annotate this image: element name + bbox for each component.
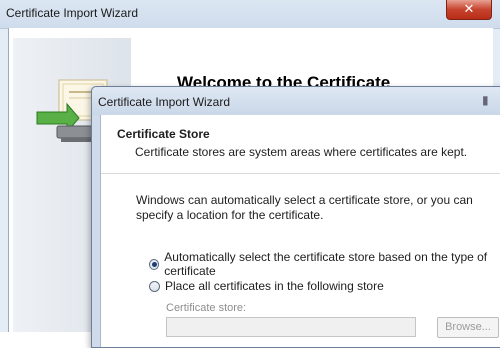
radio-selected-icon[interactable] xyxy=(149,258,160,270)
front-window-title: Certificate Import Wizard xyxy=(98,95,231,109)
certificate-store-field[interactable] xyxy=(166,317,416,337)
front-wizard-window: Certificate Import Wizard ▮ Certificate … xyxy=(91,86,500,348)
radio-unselected-icon[interactable] xyxy=(149,280,160,292)
window-edge-icon: ▮ xyxy=(482,93,489,107)
front-window-client: Certificate Store Certificate stores are… xyxy=(100,115,500,347)
place-all-label: Place all certificates in the following … xyxy=(165,279,384,293)
wizard-header: Certificate Store Certificate stores are… xyxy=(101,115,500,174)
close-button[interactable]: ✕ xyxy=(446,0,492,20)
section-title: Certificate Store xyxy=(117,127,210,141)
intro-text: Windows can automatically select a certi… xyxy=(136,193,473,222)
front-window-titlebar[interactable]: Certificate Import Wizard ▮ xyxy=(92,87,500,115)
section-subtitle: Certificate stores are system areas wher… xyxy=(135,145,468,159)
auto-select-label: Automatically select the certificate sto… xyxy=(164,250,488,278)
auto-select-store-option[interactable]: Automatically select the certificate sto… xyxy=(149,250,500,278)
back-window-titlebar[interactable]: Certificate Import Wizard ✕ xyxy=(0,0,500,29)
back-window-title: Certificate Import Wizard xyxy=(6,6,139,20)
close-icon: ✕ xyxy=(463,1,475,16)
place-all-certificates-option[interactable]: Place all certificates in the following … xyxy=(149,278,384,294)
browse-button[interactable]: Browse... xyxy=(437,317,499,338)
certificate-store-label: Certificate store: xyxy=(166,302,247,314)
